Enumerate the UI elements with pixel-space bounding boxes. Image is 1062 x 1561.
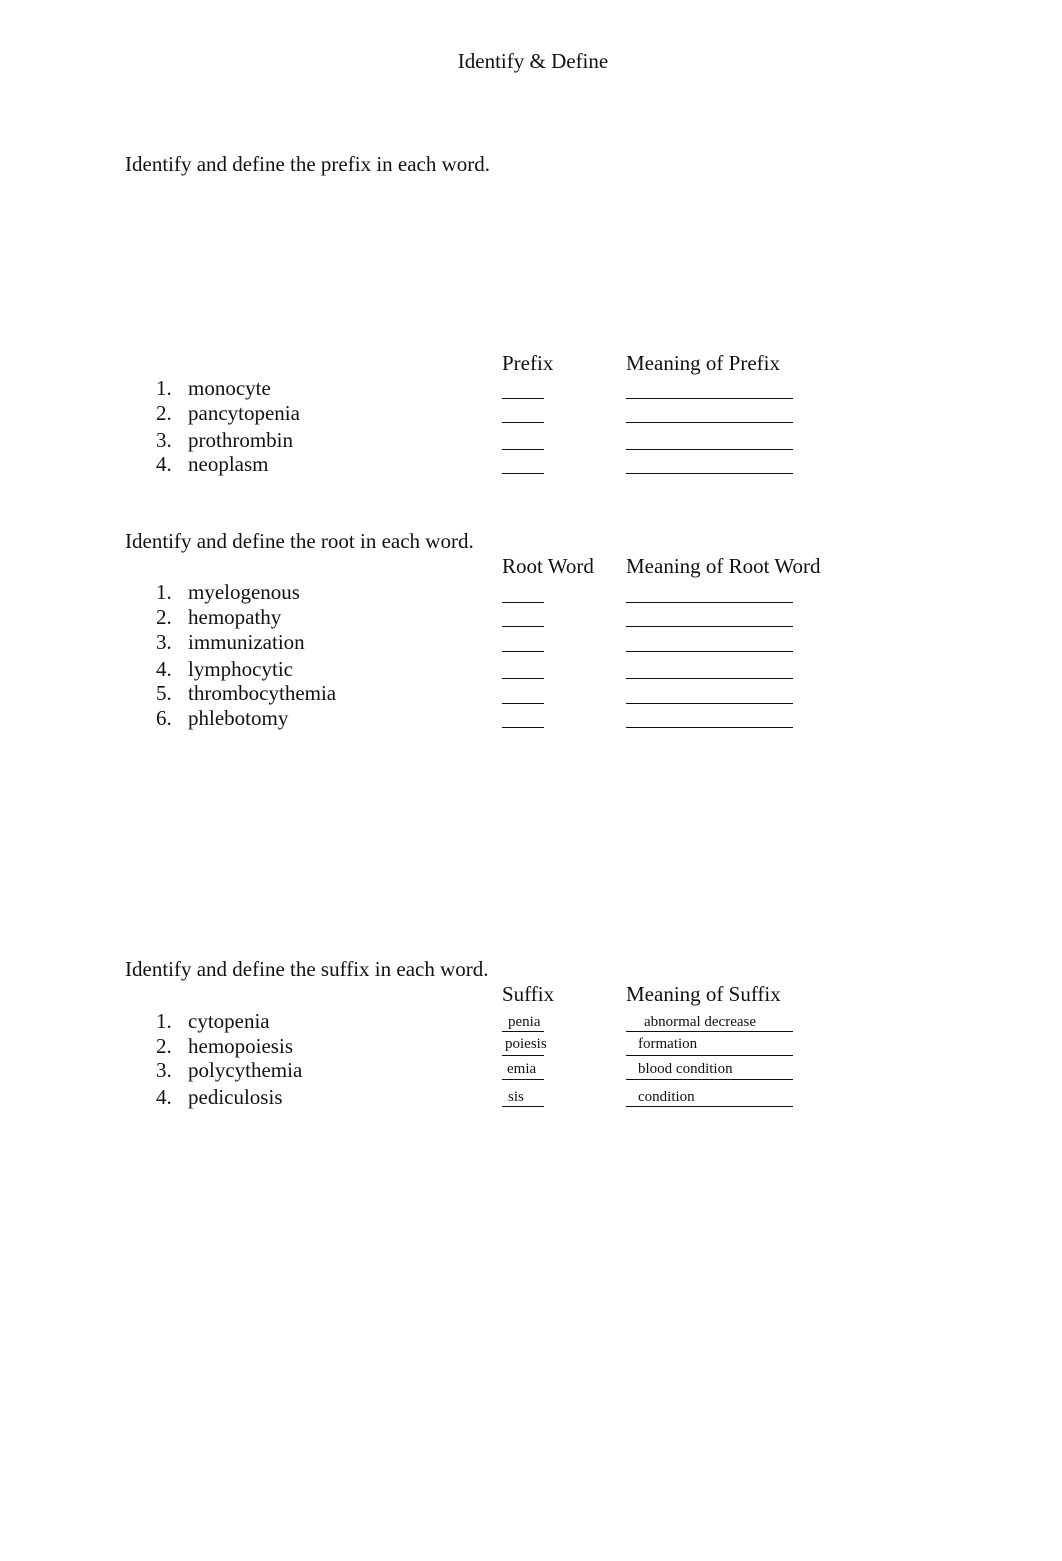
- suffix-meaning-blank[interactable]: [626, 1079, 793, 1080]
- root-answer-blank[interactable]: [502, 651, 544, 652]
- root-meaning-blank[interactable]: [626, 651, 793, 652]
- item-word: myelogenous: [188, 580, 300, 604]
- item-word: phlebotomy: [188, 706, 289, 730]
- root-instruction: Identify and define the root in each wor…: [125, 529, 474, 553]
- item-number: 5.: [156, 681, 172, 705]
- root-meaning-blank[interactable]: [626, 626, 793, 627]
- item-word: lymphocytic: [188, 657, 293, 681]
- item-number: 1.: [156, 580, 172, 604]
- suffix-meaning-blank[interactable]: [626, 1106, 793, 1107]
- prefix-answer-blank[interactable]: [502, 422, 544, 423]
- item-word: polycythemia: [188, 1058, 303, 1082]
- prefix-instruction: Identify and define the prefix in each w…: [125, 152, 491, 176]
- item-word: immunization: [188, 630, 305, 654]
- suffix-meaning: condition: [638, 1089, 695, 1105]
- suffix-meaning: formation: [638, 1036, 698, 1052]
- prefix-answer-blank[interactable]: [502, 398, 544, 399]
- root-meaning-blank[interactable]: [626, 678, 793, 679]
- suffix-answer: emia: [507, 1061, 537, 1077]
- root-answer-blank[interactable]: [502, 703, 544, 704]
- item-word: hemopathy: [188, 605, 282, 629]
- suffix-answer-blank[interactable]: [502, 1031, 544, 1032]
- prefix-meaning-blank[interactable]: [626, 473, 793, 474]
- root-meaning-blank[interactable]: [626, 703, 793, 704]
- suffix-answer-blank[interactable]: [502, 1106, 544, 1107]
- root-answer-blank[interactable]: [502, 678, 544, 679]
- prefix-column-header: Prefix: [502, 351, 554, 375]
- page-title: Identify & Define: [457, 49, 609, 73]
- item-number: 2.: [156, 401, 172, 425]
- item-number: 4.: [156, 452, 172, 476]
- item-word: pancytopenia: [188, 401, 300, 425]
- root-answer-blank[interactable]: [502, 727, 544, 728]
- suffix-column-header: Suffix: [502, 982, 555, 1006]
- suffix-meaning: abnormal decrease: [644, 1014, 757, 1030]
- item-word: hemopoiesis: [188, 1034, 293, 1058]
- root-meaning-column-header: Meaning of Root Word: [626, 554, 821, 578]
- prefix-meaning-blank[interactable]: [626, 422, 793, 423]
- prefix-meaning-blank[interactable]: [626, 449, 793, 450]
- root-answer-blank[interactable]: [502, 626, 544, 627]
- prefix-meaning-blank[interactable]: [626, 398, 793, 399]
- suffix-answer-blank[interactable]: [502, 1079, 544, 1080]
- suffix-answer: poiesis: [505, 1036, 547, 1052]
- item-word: monocyte: [188, 376, 271, 400]
- root-meaning-blank[interactable]: [626, 602, 793, 603]
- root-column-header: Root Word: [502, 554, 594, 578]
- item-number: 2.: [156, 605, 172, 629]
- item-number: 4.: [156, 657, 172, 681]
- suffix-answer: sis: [508, 1089, 524, 1105]
- item-word: cytopenia: [188, 1009, 270, 1033]
- item-number: 3.: [156, 428, 172, 452]
- item-word: thrombocythemia: [188, 681, 337, 705]
- suffix-meaning-column-header: Meaning of Suffix: [626, 982, 781, 1006]
- item-word: prothrombin: [188, 428, 293, 452]
- item-number: 6.: [156, 706, 172, 730]
- item-number: 1.: [156, 1009, 172, 1033]
- suffix-answer-blank[interactable]: [502, 1055, 544, 1056]
- item-number: 2.: [156, 1034, 172, 1058]
- prefix-answer-blank[interactable]: [502, 449, 544, 450]
- item-number: 4.: [156, 1085, 172, 1109]
- suffix-instruction: Identify and define the suffix in each w…: [125, 957, 489, 981]
- suffix-answer: penia: [508, 1014, 541, 1030]
- item-word: neoplasm: [188, 452, 269, 476]
- root-answer-blank[interactable]: [502, 602, 544, 603]
- item-number: 1.: [156, 376, 172, 400]
- suffix-meaning-blank[interactable]: [626, 1031, 793, 1032]
- prefix-answer-blank[interactable]: [502, 473, 544, 474]
- item-number: 3.: [156, 1058, 172, 1082]
- root-meaning-blank[interactable]: [626, 727, 793, 728]
- prefix-meaning-column-header: Meaning of Prefix: [626, 351, 780, 375]
- item-word: pediculosis: [188, 1085, 283, 1109]
- item-number: 3.: [156, 630, 172, 654]
- suffix-meaning: blood condition: [638, 1061, 733, 1077]
- suffix-meaning-blank[interactable]: [626, 1055, 793, 1056]
